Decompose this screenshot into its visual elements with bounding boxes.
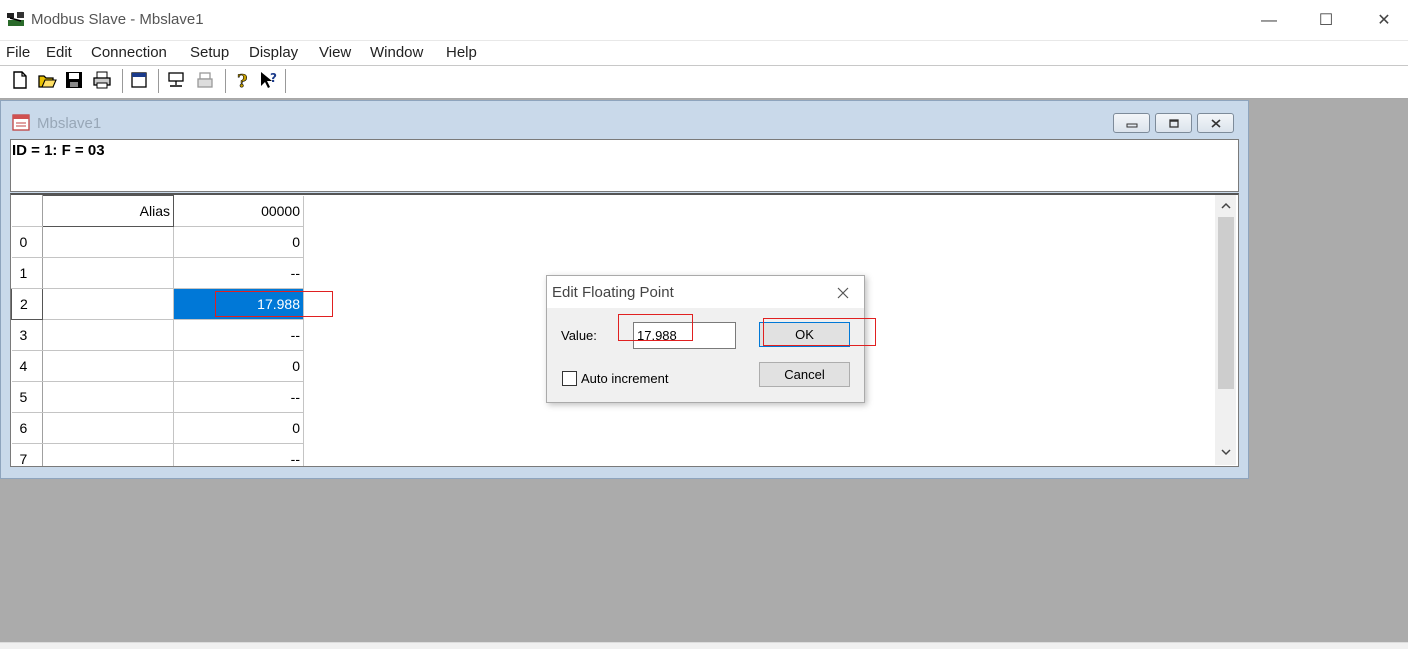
close-button[interactable]: ✕ [1361,8,1407,34]
value-cell[interactable]: -- [173,443,304,466]
table-row: 4 0 [11,350,304,382]
scrollbar-thumb[interactable] [1218,217,1234,389]
table-row: 3 -- [11,319,304,351]
disconnect-icon[interactable] [195,70,215,90]
alias-cell[interactable] [42,319,174,351]
auto-increment-label: Auto increment [581,371,669,386]
minimize-button[interactable]: — [1246,8,1292,34]
value-cell[interactable]: -- [173,319,304,351]
alias-cell[interactable] [42,257,174,289]
scroll-up-arrow-icon[interactable] [1219,199,1233,213]
dialog-title-bar: Edit Floating Point [547,276,864,308]
value-cell[interactable]: 0 [173,226,304,258]
row-header: 2 [11,288,43,320]
row-header: 3 [11,319,43,351]
annotation-box-ok-button [763,318,876,346]
table-row: 6 0 [11,412,304,444]
auto-increment-checkbox[interactable] [562,371,577,386]
value-cell[interactable]: -- [173,257,304,289]
alias-cell[interactable] [42,288,174,320]
connect-icon[interactable] [166,70,186,90]
document-icon [12,114,30,131]
cancel-button[interactable]: Cancel [759,362,850,387]
child-close-button[interactable] [1197,113,1234,133]
window-title: Modbus Slave - Mbslave1 [31,11,204,28]
context-help-icon[interactable]: ? [259,70,279,90]
toolbar-separator [225,69,227,93]
open-icon[interactable] [37,70,57,90]
minimize-icon [1126,123,1138,128]
maximize-button[interactable]: ☐ [1303,8,1349,34]
toolbar-separator [158,69,160,93]
annotation-box-selected-cell [215,291,333,317]
toolbar-separator [285,69,287,93]
new-icon[interactable] [10,70,30,90]
slave-id-function: ID = 1: F = 03 [12,142,105,159]
restore-icon [1169,119,1179,128]
print-icon[interactable] [92,70,112,90]
toolbar-separator [122,69,124,93]
slave-info-bar: ID = 1: F = 03 [10,139,1239,192]
toolbar: ? ? [0,65,1408,100]
alias-cell[interactable] [42,381,174,413]
help-icon[interactable]: ? [232,70,252,90]
table-header-row: Alias 00000 [11,195,304,227]
menu-display[interactable]: Display [249,44,298,61]
row-header: 4 [11,350,43,382]
window-icon[interactable] [129,70,149,90]
row-header: 1 [11,257,43,289]
annotation-box-value-input [618,314,693,341]
table-row: 1 -- [11,257,304,289]
menu-view[interactable]: View [319,44,351,61]
dialog-close-icon[interactable] [835,285,851,301]
child-window-title: Mbslave1 [37,115,102,132]
table-row: 5 -- [11,381,304,413]
scroll-down-arrow-icon[interactable] [1219,445,1233,459]
value-cell[interactable]: 0 [173,412,304,444]
menu-bar: File Edit Connection Setup Display View … [0,40,1408,65]
corner-cell [11,195,43,227]
svg-text:?: ? [237,71,248,90]
value-cell[interactable]: 0 [173,350,304,382]
table-row: 0 0 [11,226,304,258]
svg-text:?: ? [270,71,277,85]
menu-edit[interactable]: Edit [46,44,72,61]
close-icon [1211,119,1221,128]
alias-cell[interactable] [42,226,174,258]
row-header: 6 [11,412,43,444]
row-header: 0 [11,226,43,258]
value-cell[interactable]: -- [173,381,304,413]
alias-column-header[interactable]: Alias [42,195,174,227]
table-row: 7 -- [11,443,304,466]
dialog-title: Edit Floating Point [552,284,674,301]
child-minimize-button[interactable] [1113,113,1150,133]
value-label: Value: [561,328,597,343]
alias-cell[interactable] [42,443,174,466]
address-column-header[interactable]: 00000 [173,195,304,227]
menu-file[interactable]: File [6,44,30,61]
row-header: 5 [11,381,43,413]
menu-window[interactable]: Window [370,44,423,61]
register-table: Alias 00000 0 0 1 -- 2 17.988 3 -- 4 0 5… [11,195,304,466]
title-bar: Modbus Slave - Mbslave1 — ☐ ✕ [0,0,1408,40]
alias-cell[interactable] [42,350,174,382]
child-restore-button[interactable] [1155,113,1192,133]
save-icon[interactable] [64,70,84,90]
modbus-app-icon [7,12,24,26]
menu-connection[interactable]: Connection [91,44,167,61]
menu-help[interactable]: Help [446,44,477,61]
row-header: 7 [11,443,43,466]
menu-setup[interactable]: Setup [190,44,229,61]
alias-cell[interactable] [42,412,174,444]
